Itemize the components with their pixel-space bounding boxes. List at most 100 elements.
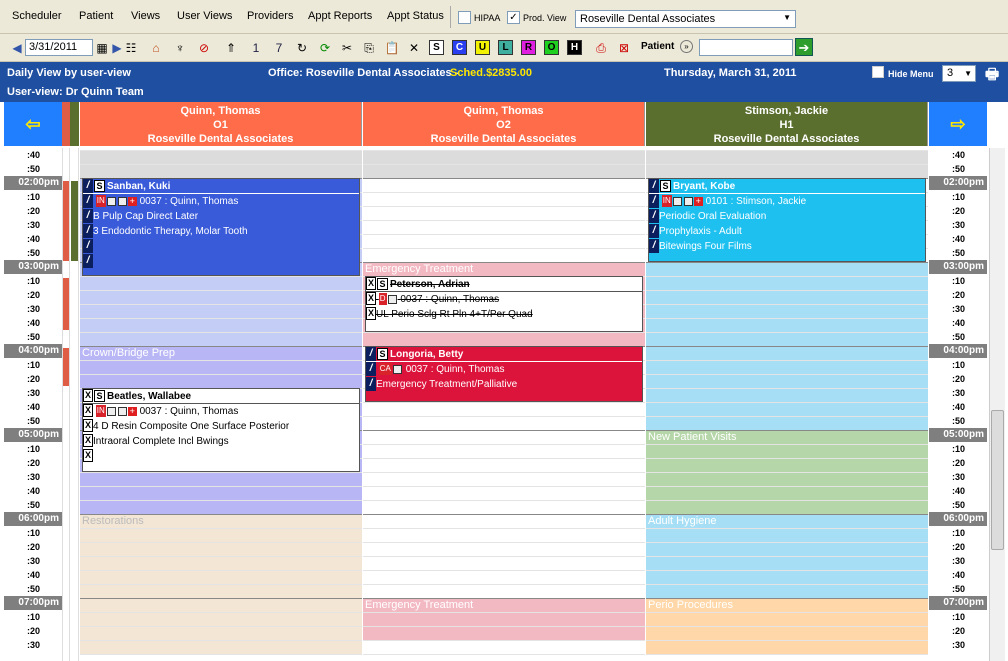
go-arrow-icon[interactable]: ➔	[795, 38, 813, 56]
checkbox-x[interactable]: X	[83, 449, 93, 462]
grid-line	[646, 444, 928, 445]
checkbox-x[interactable]: X	[83, 404, 93, 417]
checkbox-x[interactable]: X	[366, 277, 376, 290]
status-u-button[interactable]: U	[475, 40, 490, 55]
hipaa-checkbox[interactable]	[458, 11, 471, 24]
grid-line	[646, 304, 928, 305]
column-header-o2[interactable]: Quinn, Thomas O2 Roseville Dental Associ…	[363, 102, 645, 146]
menu-providers[interactable]: Providers	[247, 10, 293, 22]
delete-icon[interactable]: ⊠	[615, 39, 633, 57]
status-c-button[interactable]: C	[452, 40, 467, 55]
status-h-button[interactable]: H	[567, 40, 582, 55]
time-slot: :20	[26, 290, 40, 300]
grid-line	[363, 332, 645, 333]
time-slot: :10	[26, 276, 40, 286]
procedure-label: 3 Endodontic Therapy, Molar Tooth	[93, 226, 248, 237]
grid-line	[363, 248, 645, 249]
tooth-icon[interactable]: ♆	[171, 39, 189, 57]
no-entry-icon[interactable]: ⊘	[195, 39, 213, 57]
schedule-column-o1[interactable]: Crown/Bridge Prep Restorations / S Sanban, K…	[80, 146, 362, 661]
prev-day-icon[interactable]: ◀	[8, 39, 26, 57]
grid-line	[80, 150, 362, 151]
status-slash-icon: /	[366, 377, 376, 391]
prod-view-label: Prod. View	[523, 13, 567, 23]
status-l-button[interactable]: L	[498, 40, 513, 55]
column-header-o1[interactable]: Quinn, Thomas O1 Roseville Dental Associ…	[80, 102, 362, 146]
arrow-up-icon[interactable]: ⇑	[222, 39, 240, 57]
time-slot: :50	[951, 416, 965, 426]
appointment-beatles[interactable]: X S Beatles, Wallabee X IN + 0037 : Quinn, T…	[82, 388, 360, 472]
close-icon[interactable]: ✕	[405, 39, 423, 57]
vertical-scrollbar[interactable]	[989, 148, 1005, 661]
grid-line	[363, 234, 645, 235]
menu-views[interactable]: Views	[131, 10, 160, 22]
appointment-longoria[interactable]: / S Longoria, Betty / CA 0037 : Quinn, Thom…	[365, 346, 643, 402]
appointment-peterson[interactable]: X S Peterson, Adrian X D 0037 : Quinn, Thom…	[365, 276, 643, 332]
menu-divider	[450, 6, 451, 28]
grid-line	[646, 528, 928, 529]
office-select[interactable]: Roseville Dental Associates ▼	[575, 10, 796, 28]
office-name: Roseville Dental Associates	[147, 133, 294, 145]
copy-icon[interactable]: ⎘	[360, 39, 378, 57]
checkbox-x[interactable]: X	[83, 419, 93, 432]
menu-bar: Scheduler Patient Views User Views Provi…	[0, 0, 1008, 34]
grid-line	[363, 220, 645, 221]
provider-label: 0037 : Quinn, Thomas	[400, 294, 500, 305]
time-slot: :20	[26, 458, 40, 468]
grid-line	[80, 640, 362, 641]
chart-icon	[117, 197, 127, 206]
hide-menu-checkbox[interactable]	[872, 66, 884, 78]
time-slot: :30	[951, 640, 965, 650]
tag-label: IN	[661, 195, 672, 207]
patient-search-input[interactable]	[699, 39, 793, 56]
patient-name: Sanban, Kuki	[107, 181, 171, 192]
prev-columns-arrow-icon[interactable]: ⇦	[4, 102, 62, 146]
status-o-button[interactable]: O	[544, 40, 559, 55]
printer-icon[interactable]: 🖶	[985, 64, 999, 89]
time-slot: :10	[26, 360, 40, 370]
tag-label: CA	[378, 363, 392, 375]
note-icon	[106, 197, 116, 206]
status-r-button[interactable]: R	[521, 40, 536, 55]
prod-view-checkbox[interactable]: ✓	[507, 11, 520, 24]
grid-line	[646, 626, 928, 627]
redo-icon[interactable]: ↻	[293, 39, 311, 57]
schedule-column-h1[interactable]: New Patient Visits Adult Hygiene Perio Pro…	[646, 146, 928, 661]
appointment-sanban[interactable]: / S Sanban, Kuki / IN + 0037 : Quinn, Thomas…	[82, 178, 360, 276]
week-view-icon[interactable]: ☷	[122, 39, 140, 57]
cut-icon[interactable]: ✂	[338, 39, 356, 57]
home-icon[interactable]: ⌂	[147, 39, 165, 57]
time-column-left: :40:50 02:00pm:10:20:30:40:50 03:00pm:10:2…	[4, 148, 64, 661]
paste-icon[interactable]: 📋	[383, 39, 401, 57]
menu-scheduler[interactable]: Scheduler	[12, 10, 62, 22]
appointment-bryant[interactable]: / S Bryant, Kobe / IN + 0101 : Stimson, Jack…	[648, 178, 926, 262]
day-1-icon[interactable]: 1	[247, 39, 265, 57]
checkbox-x[interactable]: X	[366, 292, 376, 305]
column-header-h1[interactable]: Stimson, Jackie H1 Roseville Dental Asso…	[646, 102, 928, 146]
day-7-icon[interactable]: 7	[270, 39, 288, 57]
date-input[interactable]: 3/31/2011	[25, 39, 93, 56]
menu-patient[interactable]: Patient	[79, 10, 113, 22]
time-slot: :40	[951, 318, 965, 328]
time-slot: :30	[951, 304, 965, 314]
checkbox-x[interactable]: X	[83, 389, 93, 402]
print-icon[interactable]: ⎙	[592, 39, 610, 57]
grid-line	[646, 612, 928, 613]
grid-line	[363, 444, 645, 445]
menu-appt-status[interactable]: Appt Status	[387, 10, 444, 22]
menu-appt-reports[interactable]: Appt Reports	[308, 10, 372, 22]
time-slot: :20	[951, 542, 965, 552]
status-slash-icon: /	[83, 179, 93, 193]
column-count-select[interactable]: 3 ▼	[942, 65, 976, 82]
checkbox-x[interactable]: X	[83, 434, 93, 447]
time-slot: :40	[951, 234, 965, 244]
next-columns-arrow-icon[interactable]: ⇨	[929, 102, 987, 146]
checkbox-x[interactable]: X	[366, 307, 376, 320]
menu-user-views[interactable]: User Views	[177, 10, 232, 22]
scrollbar-thumb[interactable]	[991, 410, 1004, 550]
schedule-column-o2[interactable]: Emergency Treatment Emergency Treatment X S…	[363, 146, 645, 661]
refresh-icon[interactable]: ⟳	[316, 39, 334, 57]
grid-line	[80, 374, 362, 375]
expand-icon[interactable]: »	[680, 40, 693, 53]
status-s-button[interactable]: S	[429, 40, 444, 55]
